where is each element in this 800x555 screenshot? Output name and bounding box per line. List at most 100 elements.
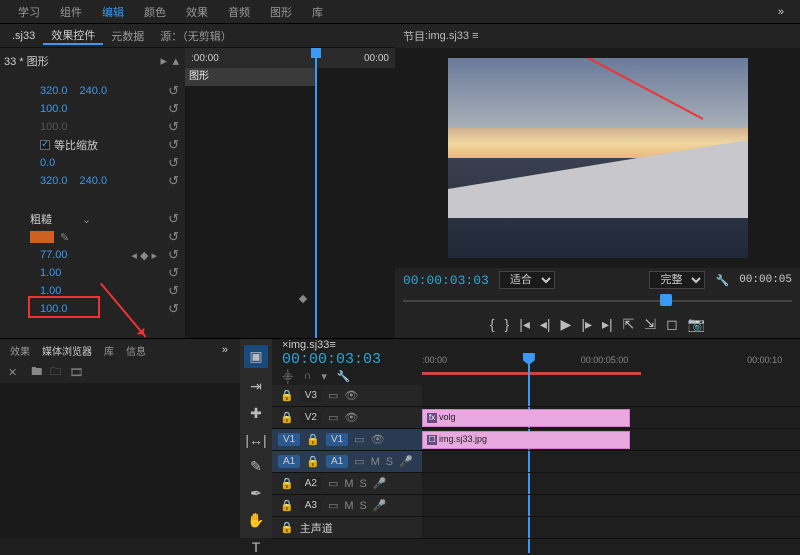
folder-icon[interactable]: 🗀 (50, 363, 61, 382)
lock-icon[interactable]: 🔒 (280, 411, 294, 424)
zoom-fit-dropdown[interactable]: 适合 (499, 271, 555, 289)
track-v3[interactable] (422, 385, 800, 407)
track-head-a3[interactable]: 🔒A3▭MS🎤 (272, 495, 422, 517)
settings-icon[interactable]: 🔧 (715, 274, 729, 287)
reset-icon[interactable]: ↺ (168, 137, 179, 153)
reset-icon[interactable]: ↺ (168, 283, 179, 299)
eye-icon[interactable]: 👁 (371, 433, 385, 446)
resolution-dropdown[interactable]: 完整 (649, 271, 705, 289)
mark-out-button[interactable]: } (505, 316, 510, 332)
ingest-icon[interactable]: 🖿 (31, 363, 42, 382)
step-back-button[interactable]: ◂| (540, 316, 551, 333)
type-tool[interactable]: T (252, 539, 261, 555)
workspace-overflow-button[interactable]: » (770, 6, 792, 18)
track-select-tool[interactable]: ⇥ (250, 378, 262, 395)
reset-icon[interactable]: ↺ (168, 229, 179, 245)
track-head-v3[interactable]: 🔒V3▭👁 (272, 385, 422, 407)
eye-icon[interactable]: 👁 (344, 411, 358, 424)
media-browser-body[interactable] (0, 383, 240, 538)
ripple-tool[interactable]: ✚ (250, 405, 262, 422)
slip-tool[interactable]: ✎ (250, 458, 262, 475)
tab-info[interactable]: 信息 (120, 343, 152, 358)
mic-icon[interactable]: 🎤 (373, 477, 387, 490)
track-head-a1[interactable]: A1🔒A1▭MS🎤 (272, 451, 422, 473)
prop-value[interactable]: 1.00 (40, 285, 61, 297)
play-button[interactable]: ▶ (561, 316, 572, 333)
timeline-timecode[interactable]: 00:00:03:03 (282, 351, 422, 368)
go-out-button[interactable]: ▸| (602, 316, 613, 333)
rough-dropdown-icon[interactable]: ⌄ (82, 213, 91, 226)
track-head-master[interactable]: 🔒主声道 (272, 517, 422, 539)
link-icon[interactable]: ∩ (303, 370, 311, 385)
camera-icon[interactable]: 📷 (688, 316, 705, 333)
track-label[interactable]: V2 (300, 411, 322, 424)
track-label[interactable]: V1 (326, 433, 348, 446)
lock-icon[interactable]: 🔒 (306, 433, 320, 446)
reset-icon[interactable]: ↺ (168, 101, 179, 117)
position-y-value[interactable]: 240.0 (80, 85, 108, 97)
lift-button[interactable]: ⇱ (623, 316, 635, 333)
track-master[interactable] (422, 517, 800, 539)
mic-icon[interactable]: 🎤 (373, 499, 387, 512)
prop-value[interactable]: 1.00 (40, 267, 61, 279)
ws-tab-assembly[interactable]: 组件 (50, 4, 92, 20)
source-noclip-tab[interactable]: 源：（无剪辑） (152, 28, 240, 44)
step-fwd-button[interactable]: |▸ (581, 316, 592, 333)
snap-icon[interactable]: ⸎ (282, 370, 293, 385)
reset-icon[interactable]: ↺ (168, 301, 179, 317)
ws-tab-color[interactable]: 颜色 (134, 4, 176, 20)
program-timecode[interactable]: 00:00:03:03 (403, 273, 489, 288)
tab-media-browser[interactable]: 媒体浏览器 (36, 343, 98, 358)
lock-icon[interactable]: 🔒 (306, 455, 320, 468)
track-head-v2[interactable]: 🔒 V2 ▭ 👁 (272, 407, 422, 429)
reset-icon[interactable]: ↺ (168, 119, 179, 135)
ws-tab-editing[interactable]: 编辑 (92, 4, 134, 20)
export-frame-button[interactable]: ◻ (666, 316, 678, 333)
mini-clip[interactable]: 图形 (185, 68, 315, 86)
toggle-output-icon[interactable]: ▭ (328, 411, 338, 424)
panel-overflow-button[interactable]: » (214, 344, 236, 356)
razor-tool[interactable]: |↔| (245, 432, 266, 448)
timeline-sequence-tab[interactable]: × img.sj33 ≡ (272, 339, 800, 351)
scrub-handle[interactable] (660, 294, 672, 306)
settings-icon[interactable]: 🔧 (337, 370, 351, 385)
effect-expand-icon-2[interactable]: ▴ (172, 53, 179, 69)
pen-tool[interactable]: ✒ (250, 485, 262, 502)
mark-in-button[interactable]: { (490, 316, 495, 332)
uniform-scale-checkbox[interactable] (40, 140, 50, 150)
tab-libraries[interactable]: 库 (98, 343, 120, 358)
anchor-x-value[interactable]: 320.0 (40, 175, 68, 187)
track-label[interactable]: A3 (300, 499, 322, 512)
timeline-ruler[interactable]: :00:00 00:00:05:00 00:00:10 (422, 355, 800, 375)
reset-icon[interactable]: ↺ (168, 173, 179, 189)
clip-v1[interactable]: ☐img.sj33.jpg (422, 431, 630, 449)
track-head-a2[interactable]: 🔒A2▭MS🎤 (272, 473, 422, 495)
marker-icon[interactable]: ▾ (321, 370, 327, 385)
track-label[interactable]: A1 (326, 455, 348, 468)
rotation-value[interactable]: 0.0 (40, 157, 55, 169)
effect-mini-timeline[interactable]: :00:00 00:00 图形 (185, 48, 395, 338)
go-in-button[interactable]: |◂ (519, 316, 530, 333)
track-label[interactable]: V3 (300, 389, 322, 402)
keyframe-diamond[interactable] (299, 295, 307, 303)
track-v2[interactable]: fxvolg (422, 407, 800, 429)
extract-button[interactable]: ⇲ (644, 316, 656, 333)
effect-expand-icon[interactable]: ▸ (160, 53, 167, 69)
track-content[interactable]: fxvolg ☐img.sj33.jpg (422, 385, 800, 539)
ws-tab-learn[interactable]: 学习 (8, 4, 50, 20)
ws-tab-audio[interactable]: 音频 (218, 4, 260, 20)
mini-playhead[interactable] (315, 48, 317, 338)
program-scrubber[interactable] (403, 292, 792, 310)
close-icon[interactable]: ✕ (8, 366, 17, 379)
eyedropper-icon[interactable]: ✎ (60, 231, 69, 244)
lock-icon[interactable]: 🔒 (280, 499, 294, 512)
highlighted-value[interactable]: 77.00 (40, 249, 68, 261)
ws-tab-graphics[interactable]: 图形 (260, 4, 302, 20)
source-sequence-tab[interactable]: .sj33 (4, 30, 43, 42)
ws-tab-libraries[interactable]: 库 (302, 4, 333, 20)
prop-value[interactable]: 100.0 (40, 303, 68, 315)
hand-tool[interactable]: ✋ (247, 512, 264, 529)
track-a2[interactable] (422, 473, 800, 495)
lock-icon[interactable]: 🔒 (280, 521, 294, 534)
keyframe-nav[interactable]: ◂ ◆ ▸ (131, 249, 157, 262)
